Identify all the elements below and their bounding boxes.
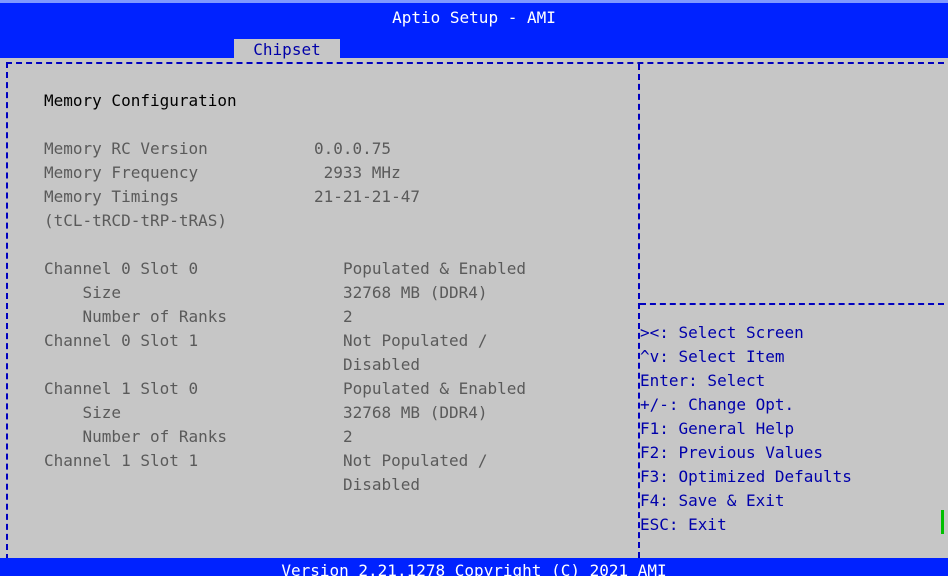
memory-timings-label: Memory Timings (44, 187, 179, 206)
window-title: Aptio Setup - AMI (392, 8, 556, 27)
help-separator (640, 303, 944, 305)
memory-rc-version-label: Memory RC Version (44, 139, 208, 158)
help-esc-exit: ESC: Exit (640, 515, 727, 534)
help-select-screen: ><: Select Screen (640, 323, 804, 342)
channel1-slot0-size-label: Size (44, 403, 122, 422)
channel0-slot1-value: Not Populated / (343, 331, 488, 350)
channel0-slot0-value: Populated & Enabled (343, 259, 527, 278)
footer-version: Version 2.21.1278 Copyright (C) 2021 AMI (0, 558, 948, 576)
help-general-help: F1: General Help (640, 419, 795, 438)
channel0-slot0-label: Channel 0 Slot 0 (44, 259, 199, 278)
section-heading: Memory Configuration (44, 91, 237, 110)
help-enter-select: Enter: Select (640, 371, 766, 390)
channel1-slot0-ranks-label: Number of Ranks (44, 427, 228, 446)
channel1-slot0-ranks-value: 2 (343, 427, 353, 446)
help-change-opt: +/-: Change Opt. (640, 395, 795, 414)
channel1-slot1-label: Channel 1 Slot 1 (44, 451, 199, 470)
memory-frequency-value: 2933 MHz (314, 163, 401, 182)
help-select-item: ^v: Select Item (640, 347, 785, 366)
timings-format-label: (tCL-tRCD-tRP-tRAS) (44, 211, 228, 230)
tab-chipset[interactable]: Chipset (234, 39, 340, 61)
text-cursor (941, 510, 944, 534)
memory-rc-version-value: 0.0.0.75 (314, 139, 392, 158)
help-previous-values: F2: Previous Values (640, 443, 824, 462)
channel0-slot0-ranks-label: Number of Ranks (44, 307, 228, 326)
channel1-slot0-size-value: 32768 MB (DDR4) (343, 403, 488, 422)
help-save-exit: F4: Save & Exit (640, 491, 785, 510)
channel0-slot0-size-label: Size (44, 283, 122, 302)
memory-frequency-label: Memory Frequency (44, 163, 199, 182)
title-bar: Aptio Setup - AMI Chipset (0, 0, 948, 61)
channel1-slot1-value-cont: Disabled (343, 475, 421, 494)
channel0-slot0-ranks-value: 2 (343, 307, 353, 326)
channel1-slot0-label: Channel 1 Slot 0 (44, 379, 199, 398)
channel1-slot0-value: Populated & Enabled (343, 379, 527, 398)
help-optimized-defaults: F3: Optimized Defaults (640, 467, 852, 486)
channel1-slot1-value: Not Populated / (343, 451, 488, 470)
channel0-slot0-size-value: 32768 MB (DDR4) (343, 283, 488, 302)
memory-timings-value: 21-21-21-47 (314, 187, 420, 206)
channel0-slot1-value-cont: Disabled (343, 355, 421, 374)
channel0-slot1-label: Channel 0 Slot 1 (44, 331, 199, 350)
